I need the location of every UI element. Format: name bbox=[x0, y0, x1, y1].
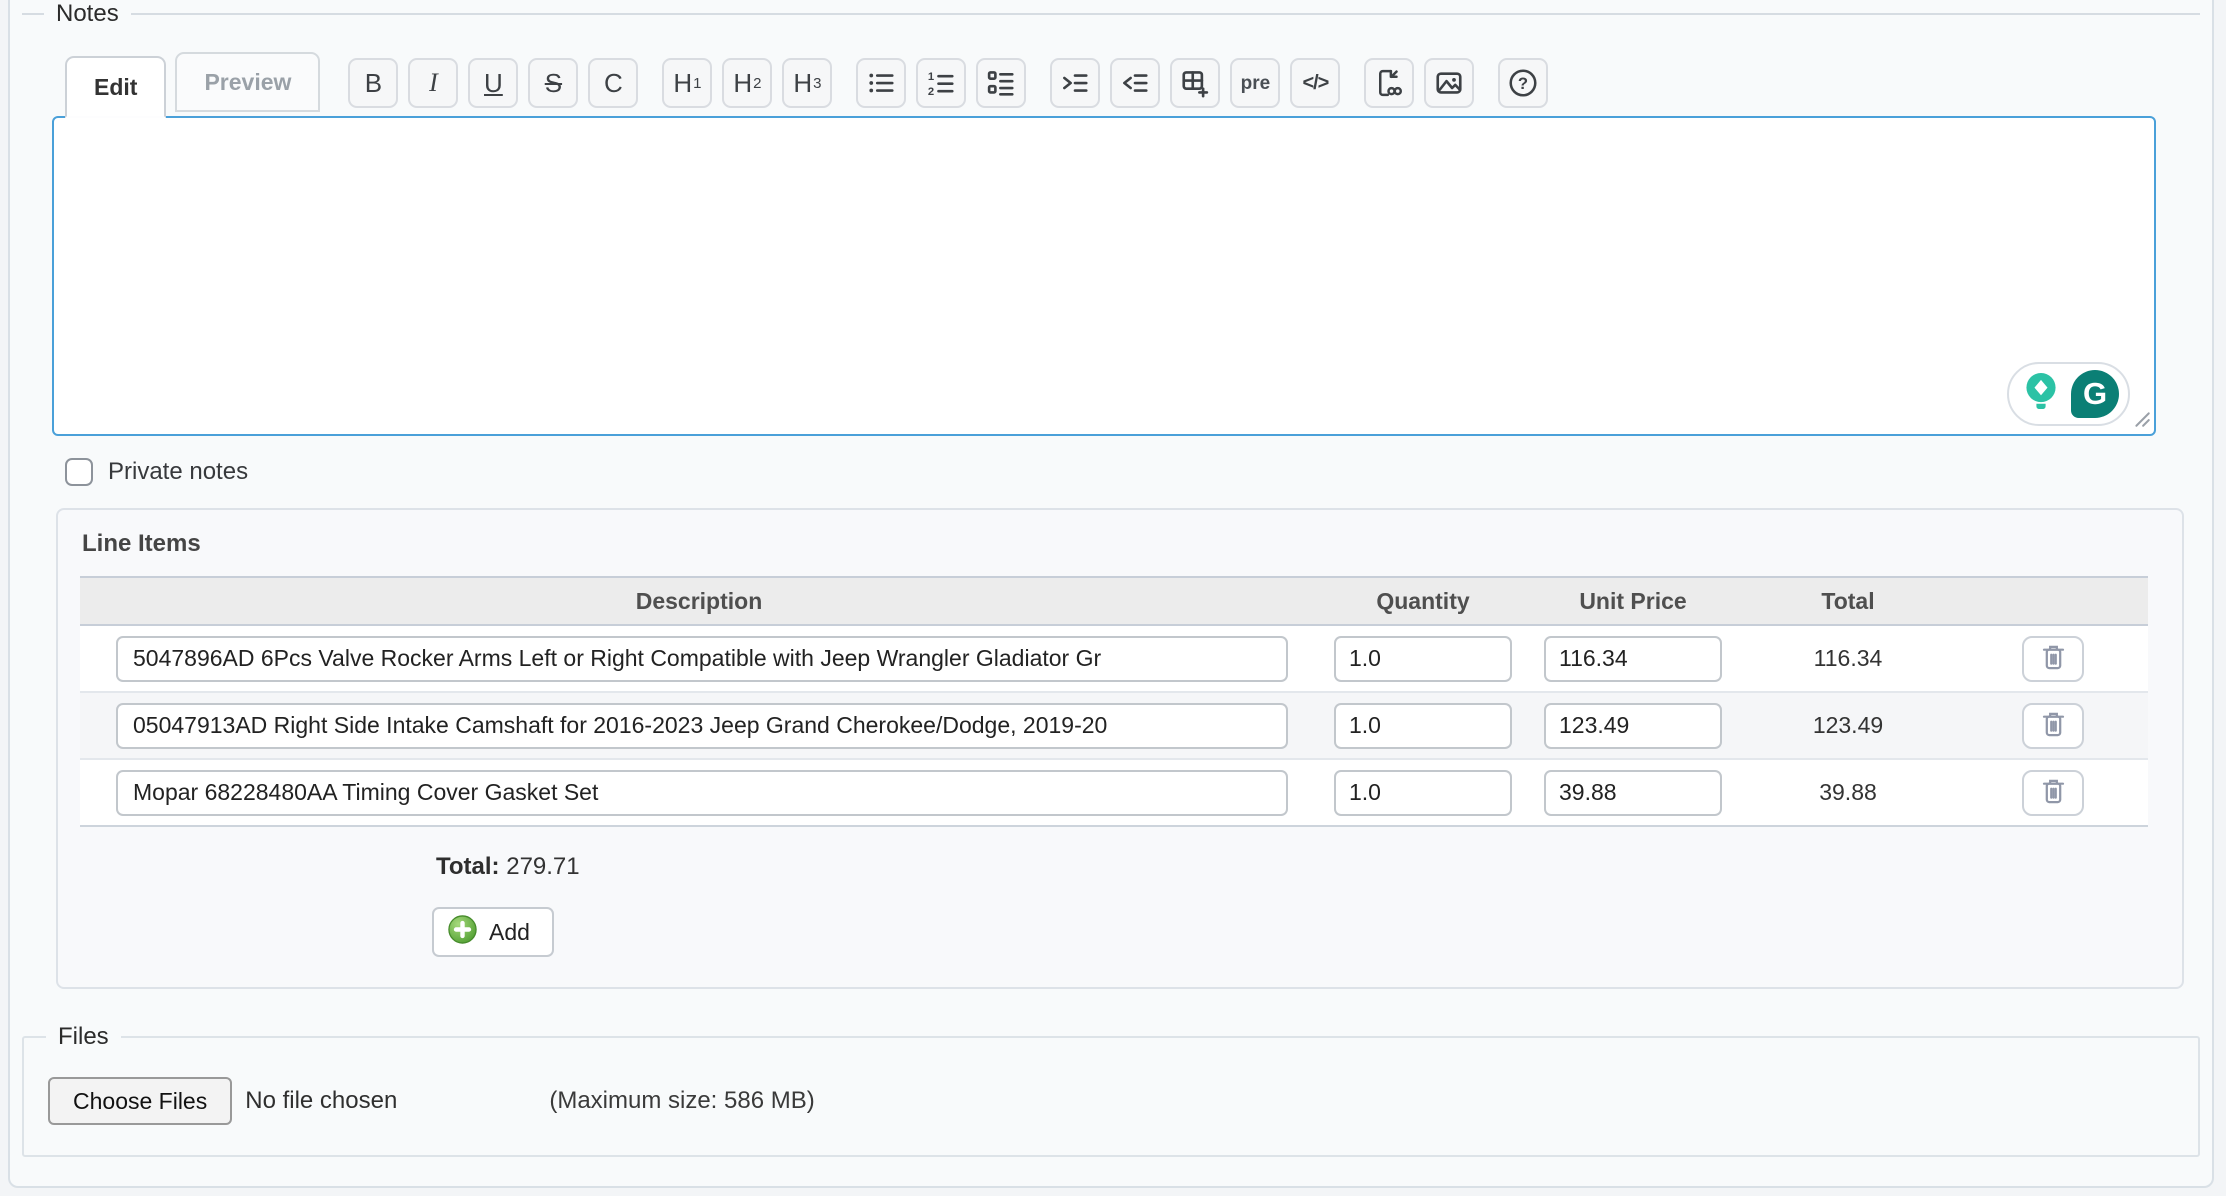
outdent-button[interactable] bbox=[1110, 58, 1160, 108]
column-header-description: Description bbox=[80, 588, 1318, 615]
total-value: 279.71 bbox=[506, 853, 579, 880]
toolbar-group-help: ? bbox=[1498, 58, 1548, 108]
files-fieldset: Files Choose Files No file chosen (Maxim… bbox=[22, 1023, 2200, 1157]
grammarly-widget[interactable]: G bbox=[2007, 362, 2130, 426]
insert-image-button[interactable] bbox=[1424, 58, 1474, 108]
notes-textarea[interactable] bbox=[52, 116, 2156, 436]
document-link-icon bbox=[1374, 68, 1404, 98]
trash-icon bbox=[2040, 777, 2067, 809]
row-total-value: 116.34 bbox=[1738, 645, 1958, 672]
add-plus-icon bbox=[447, 914, 478, 951]
notes-fieldset: Notes Edit Preview B I U S C H1 H2 bbox=[22, 0, 2200, 508]
choose-files-button[interactable]: Choose Files bbox=[48, 1077, 232, 1125]
line-items-title: Line Items bbox=[82, 530, 2160, 558]
heading-2-button[interactable]: H2 bbox=[722, 58, 772, 108]
toolbar-group-headings: H1 H2 H3 bbox=[662, 58, 832, 108]
column-header-total: Total bbox=[1738, 588, 1958, 615]
task-list-button[interactable] bbox=[976, 58, 1026, 108]
line-item-row: 116.34 bbox=[80, 626, 2148, 693]
indent-button[interactable] bbox=[1050, 58, 1100, 108]
tab-edit-label: Edit bbox=[94, 74, 137, 101]
no-file-chosen-text: No file chosen bbox=[245, 1087, 397, 1115]
row-total-value: 123.49 bbox=[1738, 712, 1958, 739]
preformatted-button[interactable]: pre bbox=[1230, 58, 1280, 108]
notes-legend: Notes bbox=[44, 0, 131, 28]
ordered-list-icon: 12 bbox=[926, 68, 956, 98]
insert-table-icon bbox=[1180, 68, 1210, 98]
underline-button[interactable]: U bbox=[468, 58, 518, 108]
notes-editor-area: G bbox=[52, 116, 2156, 436]
italic-button[interactable]: I bbox=[408, 58, 458, 108]
description-input[interactable] bbox=[116, 770, 1288, 816]
description-input[interactable] bbox=[116, 636, 1288, 682]
private-notes-label: Private notes bbox=[108, 458, 248, 486]
toolbar-group-format: B I U S C bbox=[348, 58, 638, 108]
line-item-row: 39.88 bbox=[80, 760, 2148, 827]
toolbar-group-blocks: pre </> bbox=[1050, 58, 1340, 108]
tab-preview[interactable]: Preview bbox=[175, 52, 320, 112]
unit-price-input[interactable] bbox=[1544, 636, 1722, 682]
column-header-unit-price: Unit Price bbox=[1528, 588, 1738, 615]
editor-toolbar-row: Edit Preview B I U S C H1 H2 H3 bbox=[65, 52, 2200, 116]
outdent-icon bbox=[1120, 68, 1150, 98]
add-line-item-button[interactable]: Add bbox=[432, 907, 554, 957]
resize-handle-icon[interactable] bbox=[2133, 410, 2151, 433]
grammarly-logo-icon: G bbox=[2071, 370, 2119, 418]
svg-text:?: ? bbox=[1518, 74, 1528, 93]
private-notes-checkbox[interactable] bbox=[65, 458, 93, 486]
add-button-label: Add bbox=[489, 919, 530, 946]
grammarly-suggestion-icon bbox=[2018, 368, 2064, 421]
tab-preview-label: Preview bbox=[204, 69, 291, 96]
line-items-header-row: Description Quantity Unit Price Total bbox=[80, 576, 2148, 626]
heading-1-button[interactable]: H1 bbox=[662, 58, 712, 108]
svg-text:1: 1 bbox=[928, 71, 934, 83]
unordered-list-button[interactable] bbox=[856, 58, 906, 108]
quantity-input[interactable] bbox=[1334, 636, 1512, 682]
private-notes-row: Private notes bbox=[65, 458, 2200, 486]
task-list-icon bbox=[986, 68, 1016, 98]
file-upload-row: Choose Files No file chosen (Maximum siz… bbox=[48, 1077, 2198, 1125]
line-items-panel: Line Items Description Quantity Unit Pri… bbox=[56, 508, 2184, 989]
ordered-list-button[interactable]: 12 bbox=[916, 58, 966, 108]
max-size-text: (Maximum size: 586 MB) bbox=[549, 1087, 814, 1115]
insert-table-button[interactable] bbox=[1170, 58, 1220, 108]
heading-3-button[interactable]: H3 bbox=[782, 58, 832, 108]
trash-icon bbox=[2040, 710, 2067, 742]
code-block-button[interactable]: </> bbox=[1290, 58, 1340, 108]
delete-row-button[interactable] bbox=[2022, 770, 2084, 816]
svg-text:2: 2 bbox=[928, 86, 934, 98]
unordered-list-icon bbox=[866, 68, 896, 98]
toolbar-group-insert bbox=[1364, 58, 1474, 108]
line-item-row: 123.49 bbox=[80, 693, 2148, 760]
indent-icon bbox=[1060, 68, 1090, 98]
inline-code-button[interactable]: C bbox=[588, 58, 638, 108]
delete-row-button[interactable] bbox=[2022, 636, 2084, 682]
quantity-input[interactable] bbox=[1334, 703, 1512, 749]
column-header-quantity: Quantity bbox=[1318, 588, 1528, 615]
total-label: Total: bbox=[436, 853, 500, 880]
description-input[interactable] bbox=[116, 703, 1288, 749]
form-container: Notes Edit Preview B I U S C H1 H2 bbox=[8, 0, 2214, 1188]
markdown-toolbar: B I U S C H1 H2 H3 12 bbox=[348, 58, 1572, 108]
trash-icon bbox=[2040, 643, 2067, 675]
help-button[interactable]: ? bbox=[1498, 58, 1548, 108]
document-link-button[interactable] bbox=[1364, 58, 1414, 108]
toolbar-group-lists: 12 bbox=[856, 58, 1026, 108]
row-total-value: 39.88 bbox=[1738, 779, 1958, 806]
image-icon bbox=[1434, 68, 1464, 98]
unit-price-input[interactable] bbox=[1544, 770, 1722, 816]
delete-row-button[interactable] bbox=[2022, 703, 2084, 749]
unit-price-input[interactable] bbox=[1544, 703, 1722, 749]
quantity-input[interactable] bbox=[1334, 770, 1512, 816]
help-icon: ? bbox=[1507, 67, 1539, 99]
files-legend: Files bbox=[46, 1023, 121, 1051]
strikethrough-button[interactable]: S bbox=[528, 58, 578, 108]
line-items-total: Total: 279.71 bbox=[436, 853, 2160, 881]
tab-edit[interactable]: Edit bbox=[65, 56, 166, 118]
bold-button[interactable]: B bbox=[348, 58, 398, 108]
line-items-table: Description Quantity Unit Price Total 11… bbox=[80, 576, 2148, 827]
